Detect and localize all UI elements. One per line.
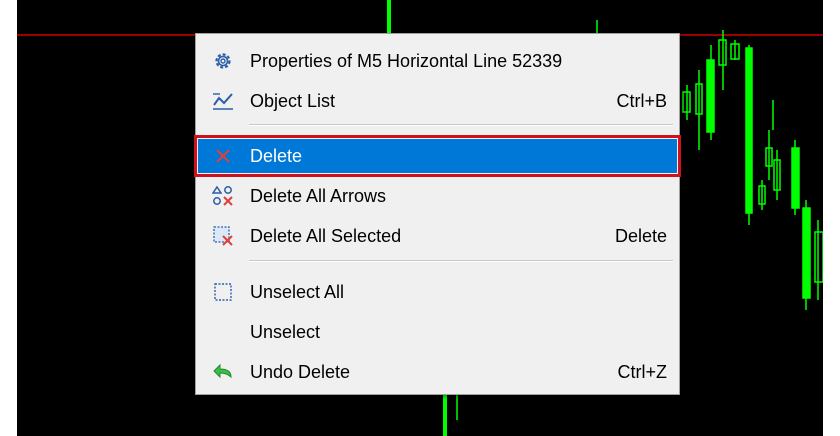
menu-item-delete[interactable]: Delete	[194, 135, 681, 177]
menu-item-label: Undo Delete	[250, 362, 351, 382]
undo-arrow-icon	[212, 361, 234, 383]
delete-arrows-icon	[211, 185, 234, 207]
menu-item-label: Delete	[250, 146, 303, 166]
candle	[443, 395, 447, 436]
context-menu: Properties of M5 Horizontal Line 52339 O…	[194, 33, 681, 395]
candle	[387, 0, 391, 33]
menu-item-unselect[interactable]: Unselect	[198, 315, 677, 349]
menu-item-label: Properties of M5 Horizontal Line 52339	[250, 51, 563, 71]
menu-item-properties[interactable]: Properties of M5 Horizontal Line 52339	[198, 44, 677, 78]
object-list-icon	[212, 90, 234, 112]
menu-item-delete-all-arrows[interactable]: Delete All Arrows	[198, 179, 677, 213]
gear-icon	[212, 50, 234, 72]
menu-item-shortcut: Delete	[614, 226, 667, 246]
menu-item-shortcut: Ctrl+B	[616, 91, 667, 111]
delete-x-icon	[212, 145, 234, 167]
menu-item-label: Object List	[250, 91, 336, 111]
unselect-all-icon	[212, 281, 234, 303]
menu-item-object-list[interactable]: Object List Ctrl+B	[198, 84, 677, 118]
menu-item-undo-delete[interactable]: Undo Delete Ctrl+Z	[198, 355, 677, 389]
menu-item-shortcut: Ctrl+Z	[617, 362, 668, 382]
menu-item-label: Unselect	[250, 322, 321, 342]
menu-item-unselect-all[interactable]: Unselect All	[198, 275, 677, 309]
menu-separator	[249, 124, 673, 126]
menu-separator	[249, 260, 673, 262]
menu-item-delete-all-selected[interactable]: Delete All Selected Delete	[198, 219, 677, 253]
menu-item-label: Delete All Selected	[250, 226, 402, 246]
menu-item-label: Unselect All	[250, 282, 345, 302]
candles-right	[682, 30, 823, 310]
delete-selected-icon	[212, 225, 234, 247]
menu-item-label: Delete All Arrows	[250, 186, 387, 206]
